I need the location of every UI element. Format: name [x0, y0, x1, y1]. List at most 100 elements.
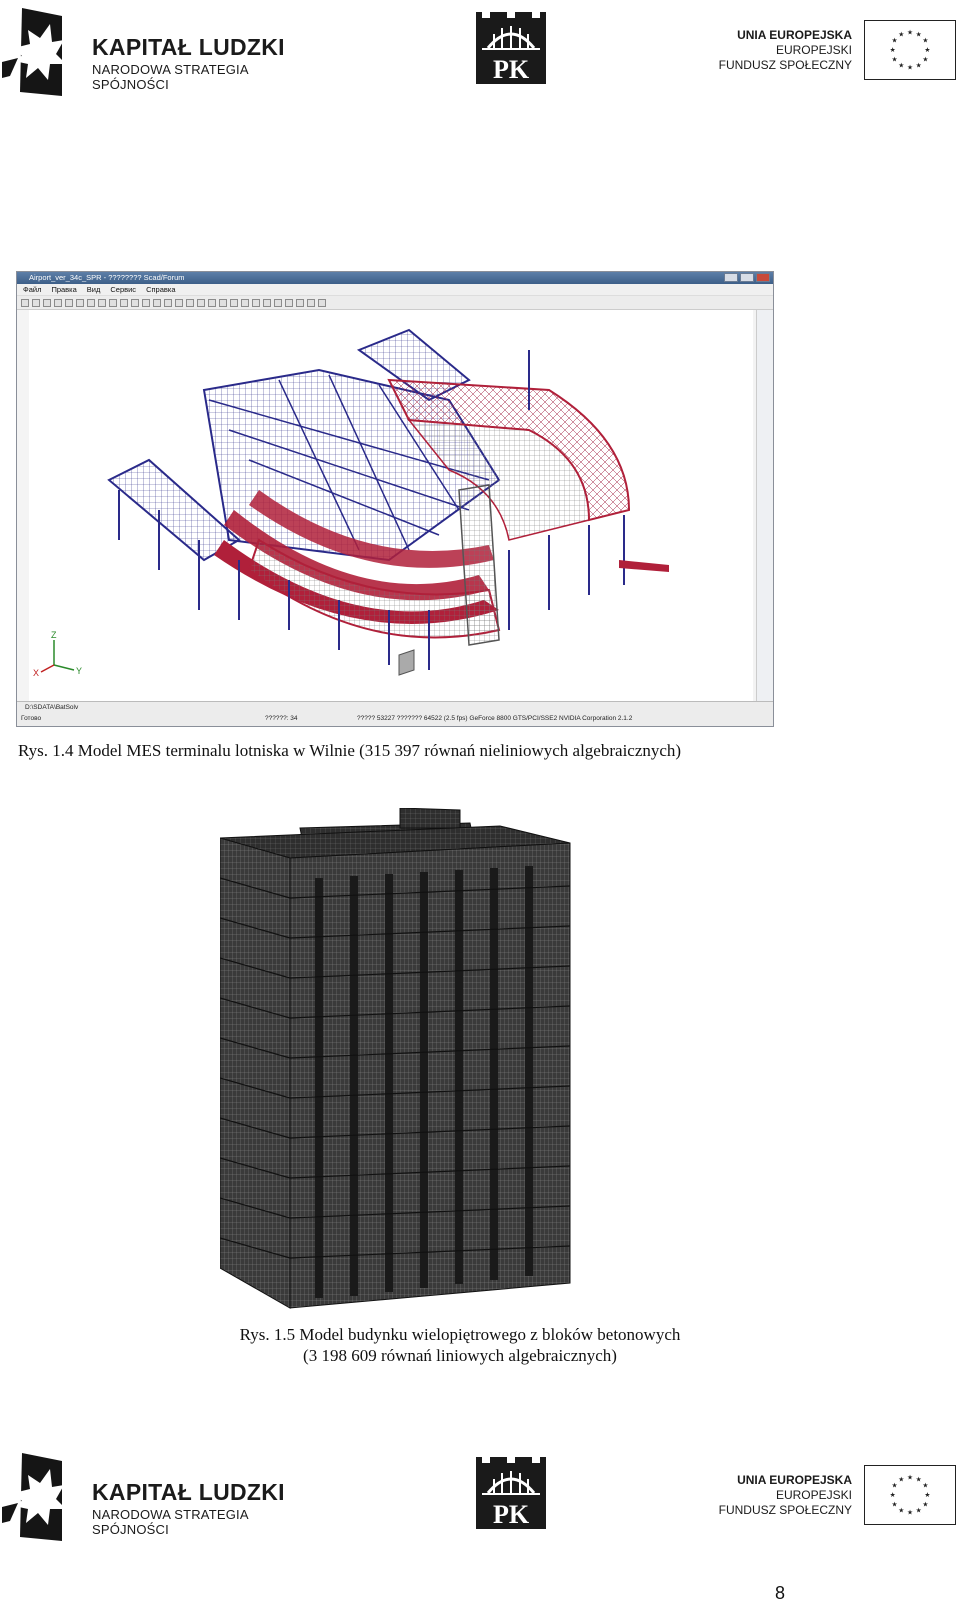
axis-y-label: Y — [76, 666, 82, 676]
toolbar-button[interactable] — [21, 298, 29, 307]
eu-line-2: EUROPEJSKI — [775, 43, 852, 57]
axis-triad-icon: Z Y X — [33, 630, 82, 678]
toolbar-button[interactable] — [98, 298, 106, 307]
toolbar-button[interactable] — [318, 298, 326, 307]
axis-z-label: Z — [51, 630, 57, 640]
status-info: ????? 53227 ??????? 64522 (2.5 fps) GeFo… — [357, 715, 633, 722]
toolbar-button[interactable] — [208, 298, 216, 307]
eu-flag-icon: ★ ★★ ★★★ ★★★ ★★★ — [864, 20, 956, 80]
eu-flag-icon: ★ ★★ ★★★ ★★★ ★★★ — [864, 1465, 956, 1525]
toolbar-button[interactable] — [230, 298, 238, 307]
kapital-ludzki-emblem-icon — [2, 1453, 66, 1541]
toolbar-button[interactable] — [87, 298, 95, 307]
pk-university-logo-icon: PK — [476, 12, 546, 84]
status-bar: D:\SDATA\BatSolv Готово ??????: 34 ?????… — [17, 701, 773, 726]
svg-text:★: ★ — [922, 1481, 928, 1489]
svg-text:★: ★ — [916, 30, 922, 38]
toolbar-button[interactable] — [186, 298, 194, 307]
figure1-caption: Rys. 1.4 Model MES terminalu lotniska w … — [18, 741, 682, 760]
toolbar-button[interactable] — [263, 298, 271, 307]
menu-edit[interactable]: Правка — [51, 284, 76, 295]
eu-line-3-footer: FUNDUSZ SPOŁECZNY — [718, 1503, 852, 1517]
window-toolbar — [17, 296, 773, 310]
page-number: 8 — [775, 1583, 786, 1603]
toolbar-button[interactable] — [274, 298, 282, 307]
eu-line-2-footer: EUROPEJSKI — [775, 1488, 852, 1502]
close-button[interactable] — [756, 273, 770, 282]
svg-text:★: ★ — [922, 56, 928, 64]
kapital-ludzki-subtitle-footer: NARODOWA STRATEGIA SPÓJNOŚCI — [92, 1507, 249, 1537]
kapital-ludzki-logo-footer: KAPITAŁ LUDZKI NARODOWA STRATEGIA SPÓJNO… — [0, 1449, 310, 1541]
svg-text:★: ★ — [924, 46, 930, 54]
svg-text:★: ★ — [892, 36, 898, 44]
toolbar-button[interactable] — [197, 298, 205, 307]
footer-logo-bar: KAPITAŁ LUDZKI NARODOWA STRATEGIA SPÓJNO… — [0, 1445, 960, 1545]
svg-text:★: ★ — [890, 1491, 896, 1499]
svg-text:★: ★ — [898, 1506, 904, 1514]
kapital-ludzki-logo: KAPITAŁ LUDZKI NARODOWA STRATEGIA SPÓJNO… — [0, 4, 310, 96]
toolbar-button[interactable] — [252, 298, 260, 307]
menu-view[interactable]: Вид — [87, 284, 101, 295]
toolbar-button[interactable] — [219, 298, 227, 307]
toolbar-button[interactable] — [175, 298, 183, 307]
toolbar-button[interactable] — [153, 298, 161, 307]
header-logo-bar: KAPITAŁ LUDZKI NARODOWA STRATEGIA SPÓJNO… — [0, 0, 960, 100]
pk-logo-text-footer: PK — [493, 1500, 530, 1529]
axis-x-label: X — [33, 668, 39, 678]
svg-text:★: ★ — [898, 61, 904, 69]
eu-text-block: UNIA EUROPEJSKA EUROPEJSKI FUNDUSZ SPOŁE… — [690, 28, 852, 73]
svg-text:★: ★ — [907, 1474, 913, 1482]
status-ready: Готово — [21, 715, 42, 722]
pk-university-logo-icon: PK — [476, 1457, 546, 1529]
minimize-button[interactable] — [724, 273, 738, 282]
eu-line-3: FUNDUSZ SPOŁECZNY — [718, 58, 852, 72]
kapital-ludzki-emblem-icon — [2, 8, 66, 96]
eu-line-1: UNIA EUROPEJSKA — [737, 28, 852, 42]
menu-file[interactable]: Файл — [23, 284, 41, 295]
toolbar-button[interactable] — [65, 298, 73, 307]
status-coords: ??????: 34 — [265, 715, 298, 722]
figure2-caption-line1: Rys. 1.5 Model budynku wielopiętrowego z… — [239, 1325, 681, 1344]
svg-text:★: ★ — [898, 1475, 904, 1483]
pk-logo-text: PK — [493, 55, 530, 84]
toolbar-button[interactable] — [307, 298, 315, 307]
airport-terminal-model: Z Y X — [33, 328, 669, 678]
svg-text:★: ★ — [924, 1491, 930, 1499]
window-titlebar: Airport_ver_34c_SPR - ???????? Scad/Foru… — [17, 272, 773, 284]
toolbar-button[interactable] — [54, 298, 62, 307]
svg-text:★: ★ — [907, 63, 913, 71]
toolbar-button[interactable] — [131, 298, 139, 307]
kapital-ludzki-subtitle: NARODOWA STRATEGIA SPÓJNOŚCI — [92, 62, 249, 92]
svg-text:★: ★ — [907, 29, 913, 37]
maximize-button[interactable] — [740, 273, 754, 282]
eu-text-block-footer: UNIA EUROPEJSKA EUROPEJSKI FUNDUSZ SPOŁE… — [690, 1473, 852, 1518]
menu-help[interactable]: Справка — [146, 284, 175, 295]
building-model-figure — [220, 808, 571, 1309]
model-viewport[interactable]: Z Y X — [29, 310, 753, 702]
toolbar-button[interactable] — [285, 298, 293, 307]
toolbar-button[interactable] — [76, 298, 84, 307]
toolbar-button[interactable] — [109, 298, 117, 307]
kapital-ludzki-title: KAPITAŁ LUDZKI — [92, 34, 285, 60]
toolbar-button[interactable] — [164, 298, 172, 307]
toolbar-button[interactable] — [296, 298, 304, 307]
toolbar-button[interactable] — [32, 298, 40, 307]
svg-text:★: ★ — [890, 46, 896, 54]
svg-text:★: ★ — [916, 1475, 922, 1483]
window-title: Airport_ver_34c_SPR - ???????? Scad/Foru… — [29, 273, 185, 282]
eu-line-1-footer: UNIA EUROPEJSKA — [737, 1473, 852, 1487]
toolbar-button[interactable] — [142, 298, 150, 307]
figure2-caption-line2: (3 198 609 równań liniowych algebraiczny… — [303, 1346, 617, 1365]
svg-text:★: ★ — [892, 1481, 898, 1489]
svg-text:★: ★ — [898, 30, 904, 38]
toolbar-button[interactable] — [43, 298, 51, 307]
status-path: D:\SDATA\BatSolv — [25, 704, 79, 711]
svg-text:★: ★ — [922, 36, 928, 44]
toolbar-button[interactable] — [241, 298, 249, 307]
menu-service[interactable]: Сервис — [110, 284, 136, 295]
kapital-ludzki-title-footer: KAPITAŁ LUDZKI — [92, 1479, 285, 1505]
window-menubar: Файл Правка Вид Сервис Справка — [17, 284, 773, 296]
toolbar-button[interactable] — [120, 298, 128, 307]
svg-text:★: ★ — [916, 1506, 922, 1514]
svg-text:★: ★ — [916, 61, 922, 69]
